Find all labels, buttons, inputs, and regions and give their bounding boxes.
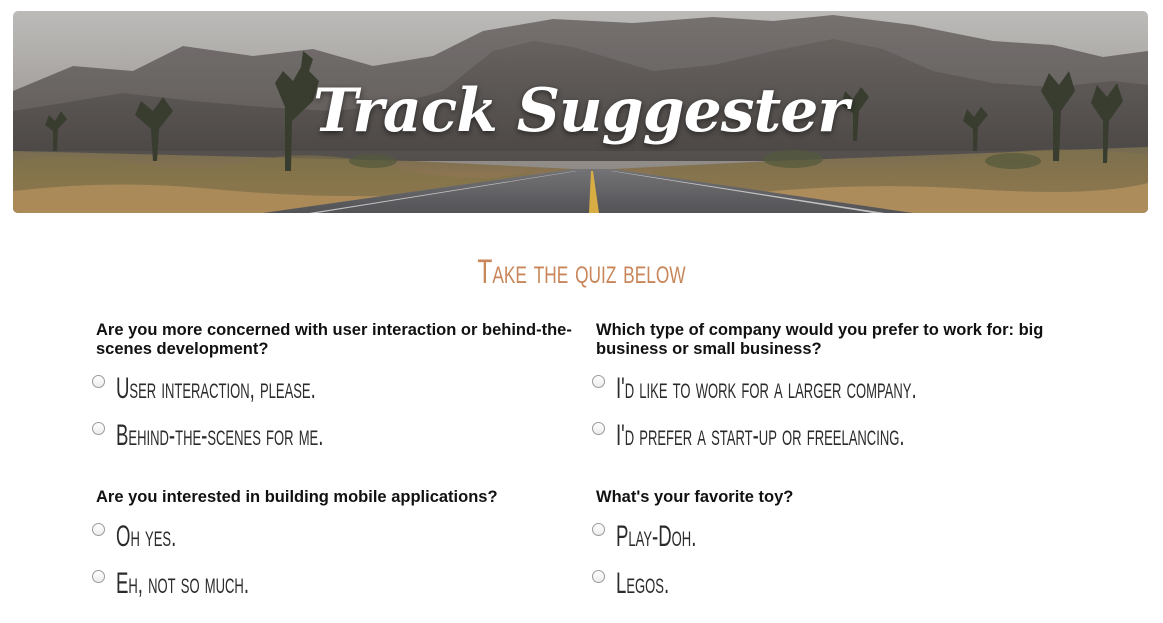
question-3: Are you interested in building mobile ap…: [92, 488, 576, 614]
radio-unchecked-icon[interactable]: [92, 375, 105, 388]
option-behind-the-scenes[interactable]: Behind-the-scenes for me.: [92, 417, 576, 466]
option-label[interactable]: I'd like to work for a larger company.: [616, 370, 917, 408]
question-4: What's your favorite toy? Play-Doh. Lego…: [592, 488, 1076, 614]
option-not-so-much[interactable]: Eh, not so much.: [92, 565, 576, 614]
quiz-subtitle: Take the quiz below: [477, 253, 686, 291]
option-label[interactable]: I'd prefer a start-up or freelancing.: [616, 417, 905, 455]
radio-unchecked-icon[interactable]: [592, 375, 605, 388]
option-label[interactable]: Oh yes.: [116, 518, 176, 556]
radio-unchecked-icon[interactable]: [92, 422, 105, 435]
radio-unchecked-icon[interactable]: [92, 570, 105, 583]
option-legos[interactable]: Legos.: [592, 565, 1076, 614]
question-text: What's your favorite toy?: [596, 488, 794, 506]
question-text: Are you more concerned with user interac…: [96, 321, 572, 358]
option-larger-company[interactable]: I'd like to work for a larger company.: [592, 370, 1076, 419]
radio-unchecked-icon[interactable]: [592, 422, 605, 435]
radio-unchecked-icon[interactable]: [92, 523, 105, 536]
option-oh-yes[interactable]: Oh yes.: [92, 518, 576, 567]
option-user-interaction[interactable]: User interaction, please.: [92, 370, 576, 419]
option-label[interactable]: Legos.: [616, 565, 669, 603]
question-text: Are you interested in building mobile ap…: [96, 488, 498, 506]
option-play-doh[interactable]: Play-Doh.: [592, 518, 1076, 567]
radio-unchecked-icon[interactable]: [592, 570, 605, 583]
option-label[interactable]: Eh, not so much.: [116, 565, 249, 603]
page-title: Track Suggester: [312, 76, 849, 146]
option-startup-freelancing[interactable]: I'd prefer a start-up or freelancing.: [592, 417, 1076, 466]
option-label[interactable]: User interaction, please.: [116, 370, 316, 408]
question-text: Which type of company would you prefer t…: [596, 321, 1044, 358]
question-2: Which type of company would you prefer t…: [592, 321, 1076, 466]
option-label[interactable]: Play-Doh.: [616, 518, 696, 556]
option-label[interactable]: Behind-the-scenes for me.: [116, 417, 323, 455]
question-1: Are you more concerned with user interac…: [92, 321, 576, 466]
radio-unchecked-icon[interactable]: [592, 523, 605, 536]
header-banner: Track Suggester: [13, 11, 1148, 213]
